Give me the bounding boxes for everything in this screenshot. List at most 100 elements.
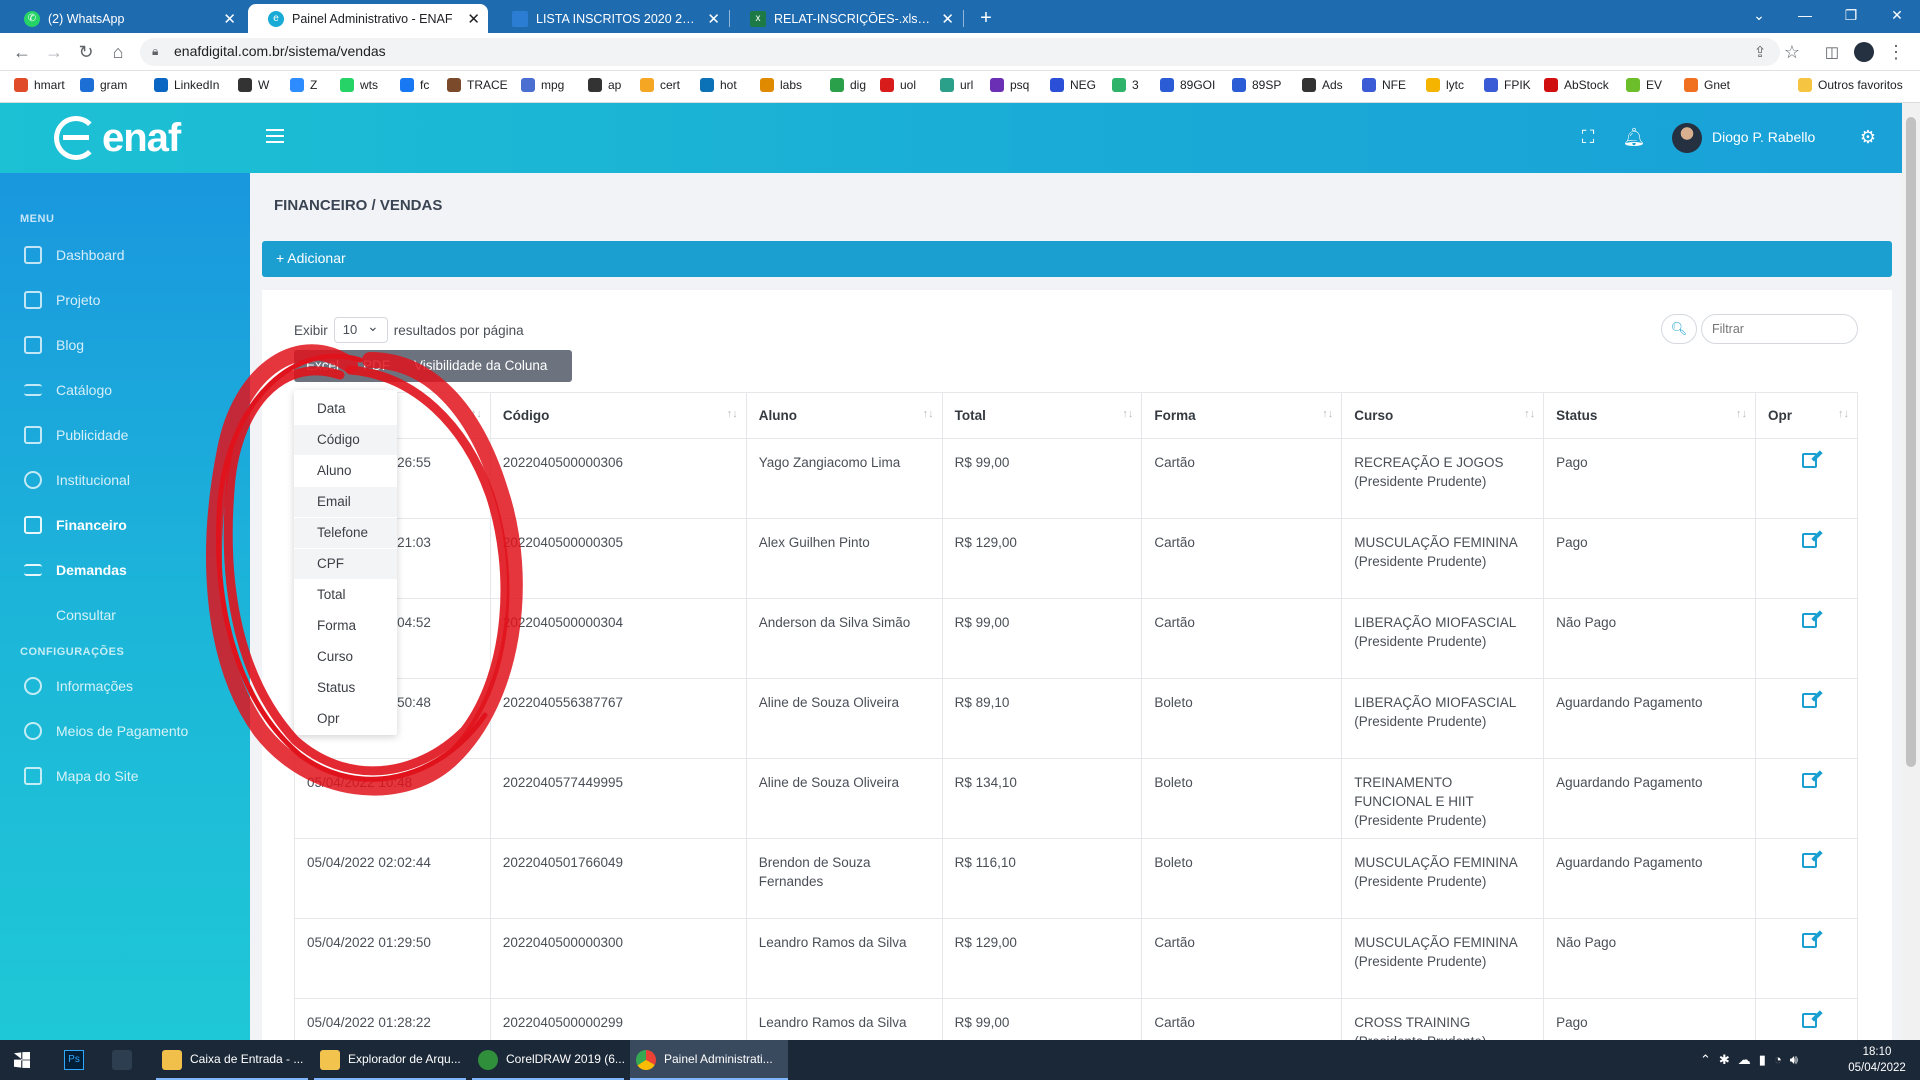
sort-icon[interactable]: ↑↓ bbox=[1122, 408, 1133, 420]
column-header[interactable]: Aluno ↑↓ bbox=[746, 392, 943, 439]
bell-icon[interactable]: 🔔︎ bbox=[1622, 125, 1646, 149]
column-visibility-button[interactable]: Visibilidade da Coluna bbox=[402, 350, 559, 382]
avatar[interactable] bbox=[1672, 123, 1702, 153]
search-icon[interactable]: 🔍︎ bbox=[1661, 314, 1697, 344]
column-toggle-item[interactable]: Total bbox=[294, 580, 397, 610]
clock[interactable]: 18:10 05/04/2022 bbox=[1842, 1044, 1912, 1076]
sidebar-item-publicidade[interactable]: Publicidade bbox=[24, 422, 234, 448]
share-icon[interactable]: ⇪ bbox=[1748, 40, 1772, 64]
taskbar-item-coreldraw[interactable]: CorelDRAW 2019 (6... bbox=[472, 1040, 625, 1080]
bookmark-item[interactable]: TRACE bbox=[447, 78, 508, 92]
close-window-button[interactable]: ✕ bbox=[1874, 0, 1920, 30]
bookmark-item[interactable]: ap bbox=[588, 78, 621, 92]
edit-icon[interactable] bbox=[1801, 533, 1817, 548]
column-toggle-item[interactable]: Email bbox=[294, 487, 397, 517]
bookmark-item[interactable]: gram bbox=[80, 78, 127, 92]
bookmark-item[interactable]: cert bbox=[640, 78, 680, 92]
tab-relat-inscricoes[interactable]: x RELAT-INSCRIÇÕES-.xlsx - Micros ✕ bbox=[730, 4, 962, 33]
column-header[interactable]: Código ↑↓ bbox=[490, 392, 747, 439]
sort-icon[interactable]: ↑↓ bbox=[1524, 408, 1535, 420]
bookmark-item[interactable]: Ads bbox=[1302, 78, 1343, 92]
column-header[interactable]: Curso ↑↓ bbox=[1341, 392, 1545, 439]
bookmark-item[interactable]: lytc bbox=[1426, 78, 1464, 92]
column-toggle-item[interactable]: Código bbox=[294, 425, 397, 455]
other-bookmarks-folder[interactable]: Outros favoritos bbox=[1798, 78, 1903, 92]
sidebar-subitem-consultar[interactable]: Consultar bbox=[56, 607, 116, 623]
edit-icon[interactable] bbox=[1801, 453, 1817, 468]
edit-icon[interactable] bbox=[1801, 933, 1817, 948]
column-toggle-item[interactable]: CPF bbox=[294, 549, 397, 579]
sidebar-item-dashboard[interactable]: Dashboard bbox=[24, 242, 234, 268]
edit-icon[interactable] bbox=[1801, 1013, 1817, 1028]
sidebar-item-financeiro[interactable]: Financeiro bbox=[24, 512, 234, 538]
close-icon[interactable]: ✕ bbox=[941, 10, 954, 28]
gear-icon[interactable]: ⚙ bbox=[1856, 125, 1880, 149]
url-field[interactable]: 🔒︎ enafdigital.com.br/sistema/vendas bbox=[140, 38, 1780, 66]
sort-icon[interactable]: ↑↓ bbox=[727, 408, 738, 420]
sort-icon[interactable]: ↑↓ bbox=[1322, 408, 1333, 420]
taskbar-item-mail[interactable]: Caixa de Entrada - ... bbox=[156, 1040, 308, 1080]
bookmark-item[interactable]: uol bbox=[880, 78, 916, 92]
sort-icon[interactable]: ↑↓ bbox=[923, 408, 934, 420]
taskbar-item-chrome[interactable]: Painel Administrati... bbox=[630, 1040, 788, 1080]
side-panel-icon[interactable]: ◫ bbox=[1820, 40, 1844, 64]
edit-icon[interactable] bbox=[1801, 773, 1817, 788]
column-header[interactable]: Opr ↑↓ bbox=[1755, 392, 1859, 439]
profile-avatar-icon[interactable] bbox=[1852, 40, 1876, 64]
sort-icon[interactable]: ↑↓ bbox=[1838, 408, 1849, 420]
edit-icon[interactable] bbox=[1801, 613, 1817, 628]
column-toggle-item[interactable]: Status bbox=[294, 673, 397, 703]
bookmark-item[interactable]: 89GOI bbox=[1160, 78, 1215, 92]
bookmark-item[interactable]: NFE bbox=[1362, 78, 1406, 92]
column-header[interactable]: Status ↑↓ bbox=[1543, 392, 1756, 439]
column-toggle-item[interactable]: Aluno bbox=[294, 456, 397, 486]
edit-icon[interactable] bbox=[1801, 853, 1817, 868]
user-name[interactable]: Diogo P. Rabello bbox=[1712, 129, 1815, 145]
column-toggle-item[interactable]: Telefone bbox=[294, 518, 397, 548]
tab-search-icon[interactable]: ⌄ bbox=[1736, 0, 1782, 30]
bookmark-item[interactable]: EV bbox=[1626, 78, 1662, 92]
fullscreen-icon[interactable]: ⛶ bbox=[1576, 125, 1600, 149]
bookmark-item[interactable]: dig bbox=[830, 78, 866, 92]
taskbar-item-explorer[interactable]: Explorador de Arqu... bbox=[314, 1040, 466, 1080]
bookmark-item[interactable]: Gnet bbox=[1684, 78, 1730, 92]
windows-start-icon[interactable] bbox=[14, 1052, 30, 1068]
bookmark-item[interactable]: url bbox=[940, 78, 973, 92]
bookmark-item[interactable]: fc bbox=[400, 78, 429, 92]
home-icon[interactable]: ⌂ bbox=[106, 40, 130, 64]
filter-input[interactable] bbox=[1701, 314, 1858, 344]
column-toggle-item[interactable]: Data bbox=[294, 394, 397, 424]
sidebar-item-catalogo[interactable]: Catálogo bbox=[24, 377, 234, 403]
column-toggle-item[interactable]: Curso bbox=[294, 642, 397, 672]
bookmark-item[interactable]: 89SP bbox=[1232, 78, 1281, 92]
bookmark-item[interactable]: LinkedIn bbox=[154, 78, 219, 92]
close-icon[interactable]: ✕ bbox=[467, 10, 480, 28]
bookmark-item[interactable]: W bbox=[238, 78, 269, 92]
sidebar-item-meios-pagamento[interactable]: Meios de Pagamento bbox=[24, 718, 234, 744]
bookmark-star-icon[interactable]: ☆ bbox=[1780, 40, 1804, 64]
system-tray-icons[interactable]: ⌃✱☁▮◔🔊︎ bbox=[1700, 1052, 1806, 1068]
back-icon[interactable]: ← bbox=[10, 40, 34, 64]
close-icon[interactable]: ✕ bbox=[707, 10, 720, 28]
bookmark-item[interactable]: hot bbox=[700, 78, 737, 92]
bookmark-item[interactable]: NEG bbox=[1050, 78, 1096, 92]
column-toggle-item[interactable]: Forma bbox=[294, 611, 397, 641]
tab-whatsapp[interactable]: ✆ (2) WhatsApp ✕ bbox=[4, 4, 244, 33]
tab-painel[interactable]: e Painel Administrativo - ENAF ✕ bbox=[248, 4, 488, 33]
sidebar-item-projeto[interactable]: Projeto bbox=[24, 287, 234, 313]
bookmark-item[interactable]: 3 bbox=[1112, 78, 1139, 92]
forward-icon[interactable]: → bbox=[42, 40, 66, 64]
photoshop-icon[interactable]: Ps bbox=[64, 1050, 84, 1070]
page-scrollbar[interactable] bbox=[1902, 103, 1920, 1040]
page-size-select[interactable]: 10 bbox=[333, 317, 388, 343]
bookmark-item[interactable]: AbStock bbox=[1544, 78, 1609, 92]
sort-icon[interactable]: ↑↓ bbox=[1736, 408, 1747, 420]
app-pinned-icon[interactable] bbox=[112, 1050, 132, 1070]
close-icon[interactable]: ✕ bbox=[223, 10, 236, 28]
edit-icon[interactable] bbox=[1801, 693, 1817, 708]
sidebar-item-mapa-site[interactable]: Mapa do Site bbox=[24, 763, 234, 789]
sort-icon[interactable]: ↑↓ bbox=[471, 408, 482, 420]
sidebar-item-informacoes[interactable]: Informações bbox=[24, 673, 234, 699]
sidebar-item-demandas[interactable]: Demandas bbox=[24, 557, 234, 583]
add-button[interactable]: + Adicionar bbox=[262, 241, 1892, 277]
